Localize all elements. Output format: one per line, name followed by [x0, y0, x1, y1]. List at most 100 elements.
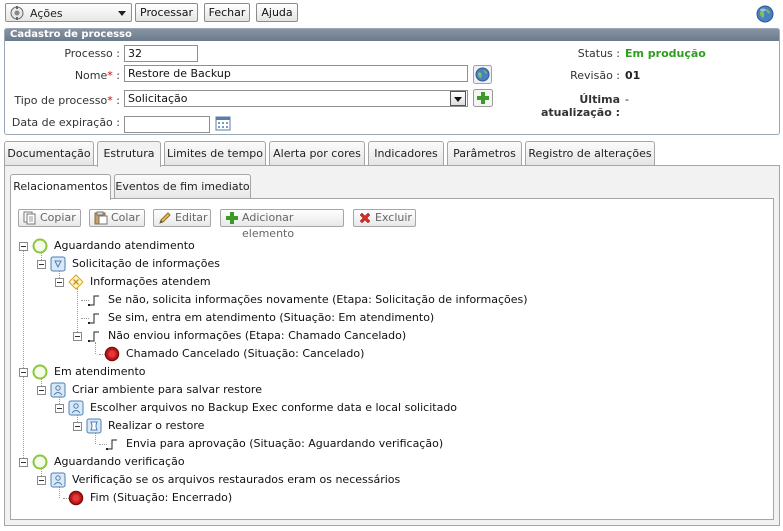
status-label: Status :	[577, 47, 620, 60]
flow-icon	[106, 439, 117, 450]
paste-button[interactable]: Colar	[89, 209, 145, 227]
tab-limites-de-tempo[interactable]: Limites de tempo	[164, 141, 266, 166]
copy-label: Copiar	[40, 211, 76, 224]
nome-label-text: Nome	[74, 69, 108, 82]
start-circle-icon	[32, 238, 48, 254]
flow-icon	[88, 295, 99, 306]
required-mark: *	[107, 94, 113, 107]
delete-button[interactable]: Excluir	[353, 209, 416, 227]
tree-connector	[77, 288, 78, 336]
collapse-toggle[interactable]	[73, 422, 82, 431]
status-value: Em produção	[625, 47, 706, 60]
nome-field[interactable]: Restore de Backup	[124, 65, 468, 82]
collapse-toggle[interactable]	[55, 278, 64, 287]
edit-button[interactable]: Editar	[153, 209, 211, 227]
collapse-toggle[interactable]	[37, 476, 46, 485]
collapse-toggle[interactable]	[19, 368, 28, 377]
actions-icon	[10, 6, 24, 20]
nome-label-suffix: :	[116, 69, 120, 82]
process-button[interactable]: Processar	[135, 3, 198, 22]
paste-label: Colar	[111, 211, 140, 224]
revisao-value: 01	[625, 69, 641, 82]
toolbar: Ações Processar Fechar Ajuda	[0, 0, 783, 27]
collapse-toggle[interactable]	[37, 260, 46, 269]
collapse-toggle[interactable]	[73, 332, 82, 341]
tree-item-label[interactable]: Solicitação de informações	[72, 257, 220, 271]
help-button[interactable]: Ajuda	[256, 3, 298, 22]
nome-label: Nome* :	[40, 69, 120, 82]
tree-connector	[23, 250, 24, 462]
processo-field[interactable]: 32	[124, 45, 198, 62]
paste-icon	[94, 211, 108, 225]
decision-icon	[68, 274, 84, 290]
tree-item-label[interactable]: Aguardando verificação	[54, 455, 185, 469]
collapse-toggle[interactable]	[19, 242, 28, 251]
revisao-label: Revisão :	[570, 69, 620, 82]
help-globe-icon[interactable]	[756, 5, 774, 23]
flow-icon	[88, 331, 99, 342]
tipo-label-suffix: :	[116, 94, 120, 107]
tree-item-label[interactable]: Verificação se os arquivos restaurados e…	[72, 473, 400, 487]
expiracao-label: Data de expiração :	[11, 116, 120, 129]
tree-item-label[interactable]: Se sim, entra em atendimento (Situação: …	[108, 311, 434, 325]
script-task-icon	[86, 418, 102, 434]
calendar-icon[interactable]	[215, 115, 231, 131]
tree-item-label[interactable]: Se não, solicita informações novamente (…	[108, 293, 528, 307]
add-element-button[interactable]: Adicionar elemento	[220, 209, 344, 240]
subtab-eventos-de-fim-imediato[interactable]: Eventos de fim imediato	[114, 174, 251, 199]
copy-icon	[23, 211, 36, 225]
user-task-icon	[50, 382, 66, 398]
processo-label: Processo :	[64, 47, 120, 60]
tree-item-label[interactable]: Escolher arquivos no Backup Exec conform…	[90, 401, 457, 415]
add-element-label: Adicionar elemento	[242, 211, 295, 240]
edit-label: Editar	[175, 211, 208, 224]
tipo-label-text: Tipo de processo	[14, 94, 108, 107]
start-circle-icon	[32, 364, 48, 380]
tree-item-label[interactable]: Criar ambiente para salvar restore	[72, 383, 262, 397]
panel-title: Cadastro de processo	[5, 29, 779, 41]
tab-indicadores[interactable]: Indicadores	[368, 141, 444, 166]
user-task-icon	[68, 400, 84, 416]
expiracao-field[interactable]	[124, 116, 210, 133]
tab-parametros[interactable]: Parâmetros	[447, 141, 522, 166]
translate-globe-icon[interactable]	[473, 65, 492, 84]
tab-documentacao[interactable]: Documentação	[4, 141, 94, 166]
actions-dropdown[interactable]: Ações	[5, 3, 132, 22]
end-circle-icon	[68, 490, 84, 506]
delete-label: Excluir	[375, 211, 412, 224]
tree-item-label[interactable]: Aguardando atendimento	[54, 239, 195, 253]
plus-icon	[226, 212, 238, 224]
tree-item-label[interactable]: Fim (Situação: Encerrado)	[90, 491, 232, 505]
add-icon[interactable]	[473, 89, 493, 107]
tree-item-label[interactable]: Envia para aprovação (Situação: Aguardan…	[126, 437, 443, 451]
delete-icon	[359, 212, 371, 224]
pencil-icon	[159, 212, 171, 224]
tipo-label: Tipo de processo* :	[5, 94, 120, 107]
tree-item-label[interactable]: Não enviou informações (Etapa: Chamado C…	[108, 329, 406, 343]
end-circle-icon	[104, 346, 120, 362]
tab-alerta-por-cores[interactable]: Alerta por cores	[269, 141, 365, 166]
tree-item-label[interactable]: Chamado Cancelado (Situação: Cancelado)	[126, 347, 364, 361]
required-mark: *	[107, 69, 113, 82]
user-task-icon	[50, 472, 66, 488]
flow-icon	[88, 313, 99, 324]
tree-item-label[interactable]: Em atendimento	[54, 365, 146, 379]
chevron-down-icon	[118, 11, 126, 16]
actions-label: Ações	[30, 7, 63, 20]
copy-button[interactable]: Copiar	[18, 209, 81, 227]
tipo-select[interactable]: Solicitação	[124, 90, 468, 107]
collapse-toggle[interactable]	[37, 386, 46, 395]
ultima-atualizacao-label: Última atualização :	[540, 93, 620, 119]
collapse-toggle[interactable]	[19, 458, 28, 467]
tree-item-label[interactable]: Informações atendem	[90, 275, 211, 289]
close-button[interactable]: Fechar	[204, 3, 250, 22]
tab-registro-de-alteracoes[interactable]: Registro de alterações	[525, 141, 655, 166]
activity-icon	[50, 256, 66, 272]
collapse-toggle[interactable]	[55, 404, 64, 413]
tree-item-label[interactable]: Realizar o restore	[108, 419, 204, 433]
subtab-relacionamentos[interactable]: Relacionamentos	[10, 174, 111, 200]
chevron-down-icon[interactable]	[450, 91, 466, 106]
start-circle-icon	[32, 454, 48, 470]
tab-estrutura[interactable]: Estrutura	[97, 141, 161, 167]
ultima-atualizacao-value: -	[625, 93, 629, 106]
